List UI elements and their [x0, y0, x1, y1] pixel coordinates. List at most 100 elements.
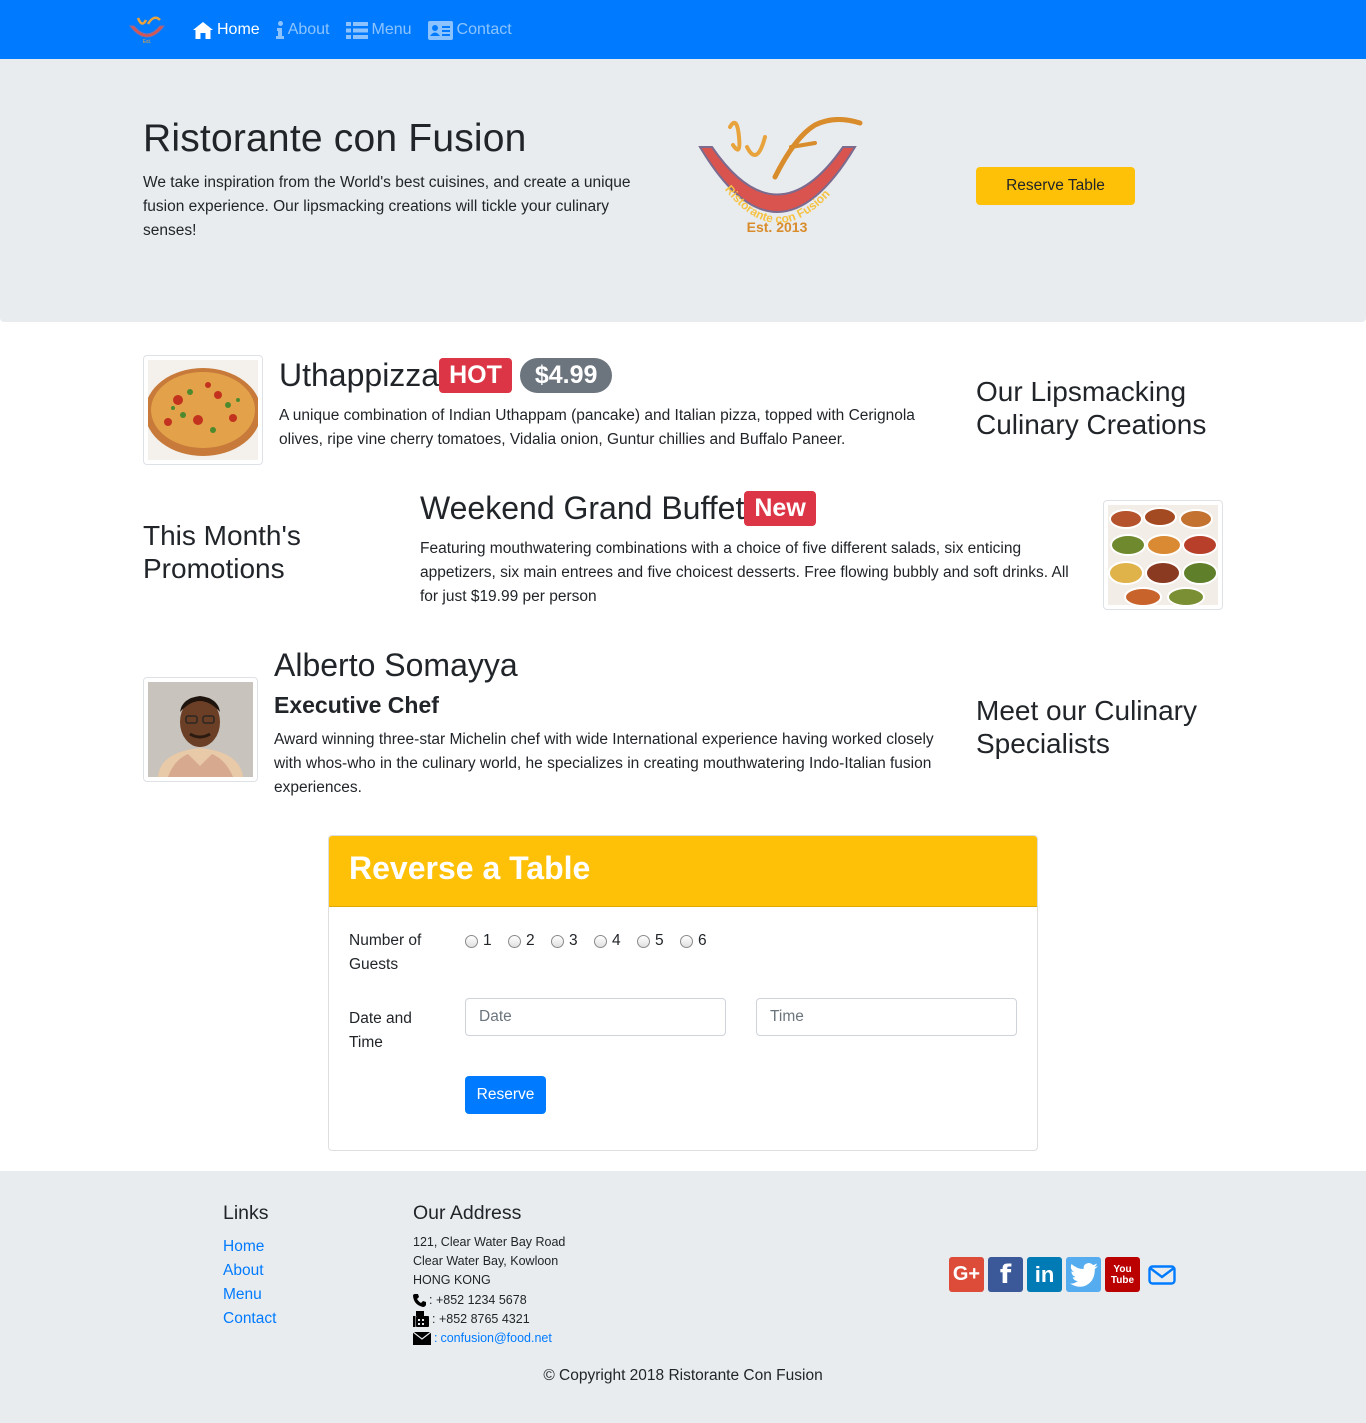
brand-logo[interactable]: Est.	[126, 14, 168, 46]
pizza-image	[148, 360, 258, 460]
dish-name: Uthappizza	[279, 357, 440, 393]
email-link[interactable]: confusion@food.net	[440, 1329, 551, 1348]
envelope-outline-icon	[1147, 1264, 1176, 1285]
guest-option-label: 4	[612, 932, 621, 949]
promotion-image	[1103, 500, 1223, 610]
nav-home[interactable]: Home	[193, 19, 260, 41]
mail-icon[interactable]	[1144, 1257, 1179, 1292]
dish-heading: Uthappizza HOT $4.99	[279, 357, 613, 394]
email-line: : confusion@food.net	[413, 1329, 565, 1348]
radio-icon[interactable]	[680, 934, 693, 948]
copyright-text: © Copyright 2018 Ristorante Con Fusion	[543, 1367, 823, 1384]
twitter-icon[interactable]	[1066, 1257, 1101, 1292]
promotion-description: Featuring mouthwatering combinations wit…	[420, 540, 1069, 605]
chef-image	[143, 677, 258, 782]
radio-icon[interactable]	[594, 934, 607, 948]
fax-line: : +852 8765 4321	[413, 1310, 565, 1329]
promotion-name: Weekend Grand Buffet	[420, 490, 745, 526]
guest-option-2[interactable]: 2	[508, 932, 551, 950]
navbar: Est. Home About Menu Contact	[0, 0, 1366, 59]
envelope-icon	[413, 1332, 431, 1346]
guest-option-4[interactable]: 4	[594, 932, 637, 950]
jumbotron: Ristorante con Fusion We take inspiratio…	[0, 59, 1366, 322]
guest-option-1[interactable]: 1	[465, 932, 508, 950]
guest-option-5[interactable]: 5	[637, 932, 680, 950]
reserve-submit-button[interactable]: Reserve	[465, 1076, 546, 1114]
footer-link-about[interactable]: About	[223, 1259, 276, 1283]
promotion-section-heading: This Month's Promotions	[143, 520, 301, 584]
promotion-heading: Weekend Grand Buffet New	[420, 490, 816, 527]
radio-icon[interactable]	[465, 934, 478, 948]
date-input[interactable]: Date	[465, 998, 726, 1036]
chef-description: Award winning three-star Michelin chef w…	[274, 731, 934, 796]
footer-link-menu[interactable]: Menu	[223, 1283, 276, 1307]
nav-about-label: About	[287, 21, 330, 38]
reservation-card-header: Reverse a Table	[329, 836, 1037, 907]
address-line-2: Clear Water Bay, Kowloon	[413, 1254, 559, 1269]
guests-label: Number of Guests	[349, 932, 422, 973]
home-icon	[193, 21, 213, 39]
social-icons: G+ f in You Tube	[949, 1257, 1179, 1292]
restaurant-logo: Ristorante con Fusion Est. 2013	[698, 117, 863, 235]
jumbotron-description: We take inspiration from the World's bes…	[143, 174, 631, 239]
fax-icon	[413, 1311, 429, 1328]
footer-link-contact[interactable]: Contact	[223, 1307, 276, 1331]
reservation-card: Reverse a Table Number of Guests 1 2 3 4…	[328, 835, 1038, 1151]
reservation-title: Reverse a Table	[349, 850, 591, 886]
phone-icon	[413, 1293, 426, 1307]
radio-icon[interactable]	[508, 934, 521, 948]
logo-est-text: Est. 2013	[747, 219, 808, 235]
facebook-icon[interactable]: f	[988, 1257, 1023, 1292]
guest-option-3[interactable]: 3	[551, 932, 594, 950]
hot-badge: HOT	[439, 358, 512, 393]
reserve-table-button[interactable]: Reserve Table	[976, 167, 1135, 205]
footer-links: Home About Menu Contact	[223, 1235, 276, 1331]
youtube-icon[interactable]: You Tube	[1105, 1257, 1140, 1292]
buffet-image	[1108, 505, 1218, 605]
footer-address-heading: Our Address	[413, 1202, 522, 1224]
phone-line: : +852 1234 5678	[413, 1291, 565, 1310]
chef-designation: Executive Chef	[274, 692, 439, 718]
address-line-1: 121, Clear Water Bay Road	[413, 1235, 566, 1249]
fax-number: : +852 8765 4321	[432, 1311, 530, 1326]
dish-section-heading: Our Lipsmacking Culinary Creations	[976, 376, 1207, 440]
nav-menu-label: Menu	[371, 21, 412, 38]
footer: Links Home About Menu Contact Our Addres…	[0, 1171, 1366, 1423]
footer-link-home[interactable]: Home	[223, 1235, 276, 1259]
guest-option-label: 2	[526, 932, 535, 949]
guest-option-6[interactable]: 6	[680, 932, 723, 950]
dish-description: A unique combination of Indian Uthappam …	[279, 407, 915, 448]
info-icon	[275, 21, 284, 39]
svg-text:Est.: Est.	[143, 39, 152, 45]
guests-radio-group: 1 2 3 4 5 6	[465, 932, 723, 950]
chef-name: Alberto Somayya	[274, 647, 518, 683]
linkedin-icon[interactable]: in	[1027, 1257, 1062, 1292]
guest-option-label: 6	[698, 932, 707, 949]
guest-option-label: 5	[655, 932, 664, 949]
price-badge: $4.99	[519, 358, 613, 393]
nav-menu[interactable]: Menu	[345, 19, 412, 41]
list-icon	[345, 21, 368, 39]
page-title: Ristorante con Fusion	[143, 117, 527, 160]
new-badge: New	[744, 491, 816, 526]
dish-image	[143, 355, 263, 465]
nav-about[interactable]: About	[275, 19, 330, 41]
guest-option-label: 1	[483, 932, 492, 949]
footer-links-heading: Links	[223, 1202, 269, 1224]
phone-number: : +852 1234 5678	[429, 1292, 527, 1307]
address-block: 121, Clear Water Bay Road Clear Water Ba…	[413, 1233, 565, 1348]
address-card-icon	[427, 20, 453, 40]
nav-contact-label: Contact	[456, 21, 512, 38]
nav-contact[interactable]: Contact	[427, 19, 512, 41]
google-plus-icon[interactable]: G+	[949, 1257, 984, 1292]
nav-home-label: Home	[217, 21, 260, 38]
chef-photo	[148, 682, 253, 777]
time-input[interactable]: Time	[756, 998, 1017, 1036]
address-line-3: HONG KONG	[413, 1273, 491, 1288]
radio-icon[interactable]	[551, 934, 564, 948]
radio-icon[interactable]	[637, 934, 650, 948]
twitter-bird-icon	[1069, 1262, 1098, 1287]
email-prefix: :	[434, 1331, 438, 1346]
datetime-label: Date and Time	[349, 1010, 412, 1051]
leader-section-heading: Meet our Culinary Specialists	[976, 695, 1197, 759]
